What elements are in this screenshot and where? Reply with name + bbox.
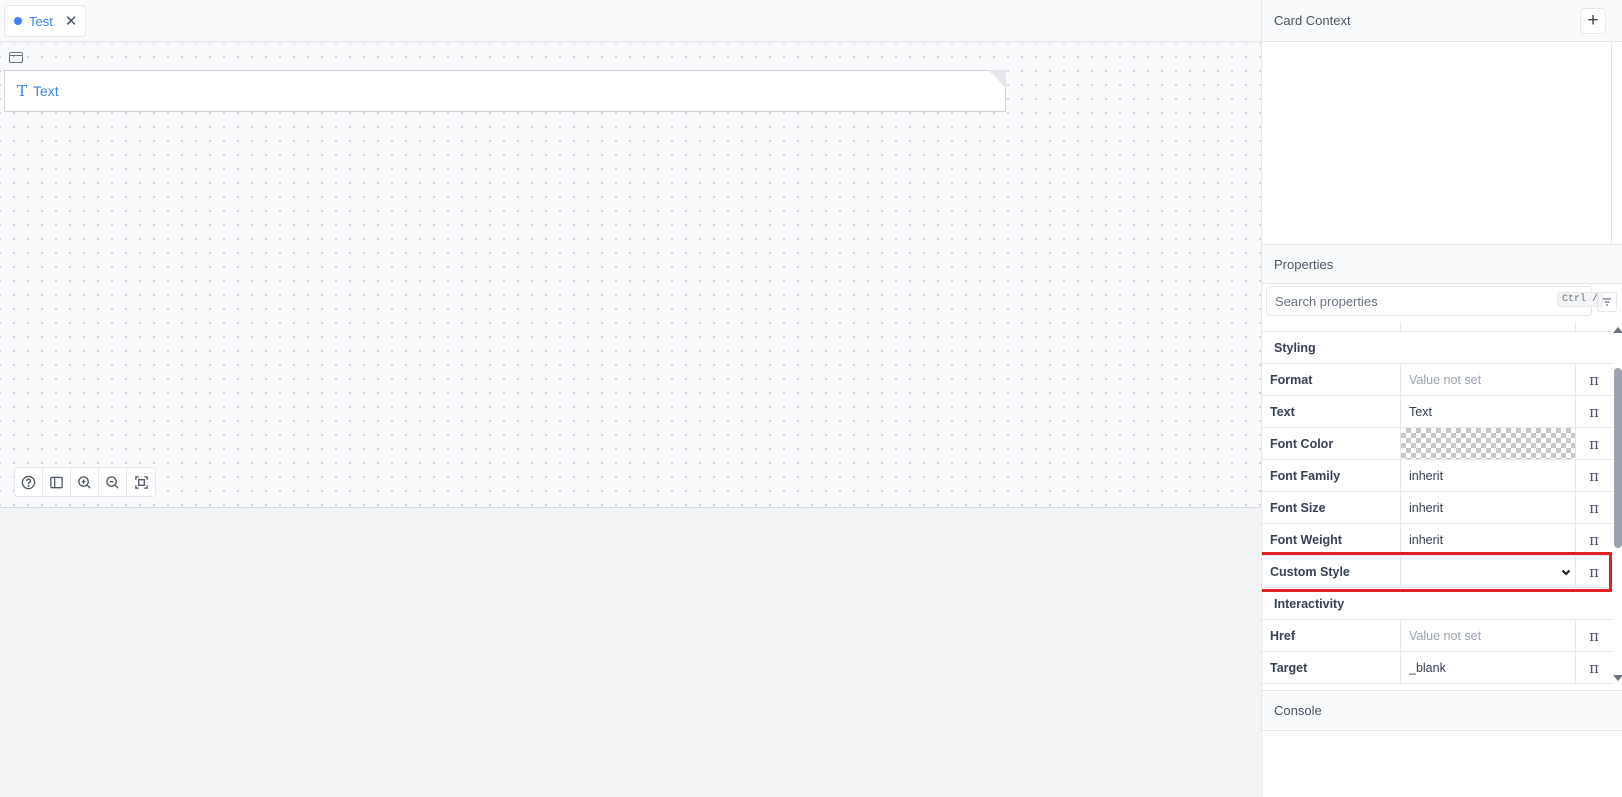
property-value-href[interactable]: Value not set — [1401, 620, 1576, 651]
pi-icon[interactable]: π — [1576, 364, 1612, 395]
text-component-label: Text — [33, 83, 59, 99]
filter-icon[interactable] — [1597, 292, 1617, 312]
property-row-format: Format Value not set π — [1262, 364, 1612, 396]
text-component[interactable]: T Text — [4, 70, 1006, 112]
editor-area: Test ✕ T Text — [0, 0, 1261, 797]
pi-icon[interactable]: π — [1576, 492, 1612, 523]
property-label: Text — [1262, 396, 1401, 427]
property-row-font-family: Font Family inherit π — [1262, 460, 1612, 492]
pi-icon[interactable]: π — [1576, 620, 1612, 651]
pi-icon[interactable]: π — [1576, 652, 1612, 683]
section-interactivity[interactable]: Interactivity — [1262, 588, 1612, 620]
scroll-up-icon[interactable] — [1613, 327, 1622, 333]
property-label: Font Color — [1262, 428, 1401, 459]
property-row-href: Href Value not set π — [1262, 620, 1612, 652]
property-label: Font Size — [1262, 492, 1401, 523]
zoom-out-icon[interactable] — [99, 468, 127, 496]
property-row-font-weight: Font Weight inherit π — [1262, 524, 1612, 556]
property-label: Font Weight — [1262, 524, 1401, 555]
pi-icon[interactable]: π — [1576, 322, 1612, 331]
fit-screen-icon[interactable] — [127, 468, 155, 496]
property-label: Font Family — [1262, 460, 1401, 491]
property-value-text[interactable]: Text — [1401, 396, 1576, 427]
unsaved-dot-icon — [14, 17, 22, 25]
property-label: Format — [1262, 364, 1401, 395]
scroll-thumb[interactable] — [1614, 368, 1622, 548]
tab-label: Test — [29, 13, 53, 29]
properties-scrollbar[interactable] — [1612, 322, 1622, 686]
properties-title: Properties — [1274, 256, 1334, 272]
card-context-title: Card Context — [1274, 13, 1351, 28]
property-value-target[interactable]: _blank — [1401, 652, 1576, 683]
search-properties-input[interactable] — [1266, 286, 1592, 316]
card-context-body — [1262, 42, 1612, 244]
property-row-font-size: Font Size inherit π — [1262, 492, 1612, 524]
card-icon[interactable] — [9, 52, 23, 63]
tab-bar: Test ✕ — [0, 0, 1261, 42]
property-value-font-size[interactable]: inherit — [1401, 492, 1576, 523]
zoom-in-icon[interactable] — [71, 468, 99, 496]
custom-style-select[interactable] — [1401, 556, 1576, 587]
canvas-toolbar — [14, 467, 156, 497]
pi-icon[interactable]: π — [1576, 428, 1612, 459]
properties-header: Properties — [1262, 244, 1622, 284]
property-label: Custom Style — [1262, 556, 1401, 587]
tab-test[interactable]: Test ✕ — [4, 5, 86, 37]
properties-search: Ctrl / — [1266, 286, 1619, 318]
property-row-custom-style: Custom Style π — [1262, 556, 1612, 588]
property-value-font-color[interactable] — [1401, 428, 1576, 459]
resize-corner[interactable] — [988, 70, 1006, 88]
property-row-font-color: Font Color π — [1262, 428, 1612, 460]
property-value-font-family[interactable]: inherit — [1401, 460, 1576, 491]
chevron-down-icon[interactable] — [1561, 566, 1571, 576]
close-icon[interactable]: ✕ — [65, 14, 78, 29]
transparent-swatch[interactable] — [1401, 428, 1575, 459]
scroll-down-icon[interactable] — [1613, 675, 1622, 681]
section-styling[interactable]: Styling — [1262, 332, 1612, 364]
add-context-button[interactable]: + — [1580, 8, 1606, 34]
properties-grid: π Styling Format Value not set π Text Te… — [1262, 322, 1612, 686]
design-canvas[interactable]: T Text — [0, 43, 1261, 508]
property-label: Target — [1262, 652, 1401, 683]
card-context-header: Card Context + — [1262, 0, 1622, 42]
property-value-font-weight[interactable]: inherit — [1401, 524, 1576, 555]
property-label: Href — [1262, 620, 1401, 651]
console-header[interactable]: Console — [1262, 690, 1622, 731]
help-icon[interactable] — [15, 468, 43, 496]
property-value-format[interactable]: Value not set — [1401, 364, 1576, 395]
text-type-icon: T — [17, 82, 28, 100]
pi-icon[interactable]: π — [1576, 556, 1612, 587]
console-title: Console — [1274, 703, 1322, 718]
pi-icon[interactable]: π — [1576, 460, 1612, 491]
pi-icon[interactable]: π — [1576, 524, 1612, 555]
sidebar-icon[interactable] — [43, 468, 71, 496]
property-row-text: Text Text π — [1262, 396, 1612, 428]
pi-icon[interactable]: π — [1576, 396, 1612, 427]
property-row-clipped: π — [1262, 322, 1612, 332]
side-panel: Card Context + Properties Ctrl / π Styli… — [1261, 0, 1622, 797]
property-row-target: Target _blank π — [1262, 652, 1612, 684]
